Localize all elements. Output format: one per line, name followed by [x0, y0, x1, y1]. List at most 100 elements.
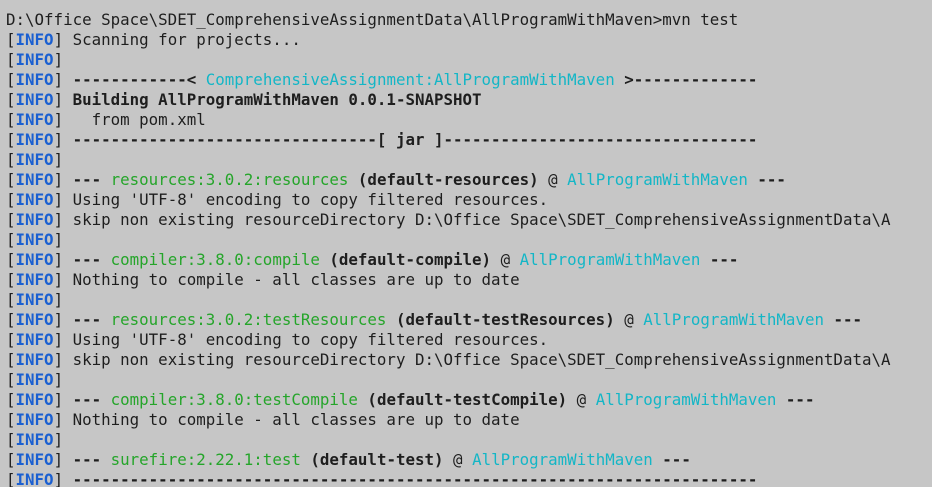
log-segment-cyan: AllProgramWithMaven — [567, 170, 748, 189]
log-segment-bold: --------------------------------[ jar ]-… — [63, 130, 758, 149]
log-line: [INFO] Building AllProgramWithMaven 0.0.… — [0, 90, 932, 110]
log-level-close-bracket: ] — [53, 190, 64, 209]
log-segment-green: surefire:2.22.1:test — [110, 450, 301, 469]
log-segment-green: resources:3.0.2:testResources — [110, 310, 387, 329]
log-line: [INFO] --- surefire:2.22.1:test (default… — [0, 450, 932, 470]
log-line: [INFO] Using 'UTF-8' encoding to copy fi… — [0, 330, 932, 350]
log-level-info: INFO — [15, 210, 54, 229]
log-level-close-bracket: ] — [53, 30, 64, 49]
log-level-open-bracket: [ — [6, 430, 16, 449]
log-segment-bold: --- — [63, 310, 111, 329]
log-segment-plain: Nothing to compile - all classes are up … — [63, 410, 520, 429]
log-segment-bold: --- — [776, 390, 815, 409]
log-level-info: INFO — [15, 450, 54, 469]
log-segment-bold: ------------< — [63, 70, 206, 89]
log-segment-cyan: AllProgramWithMaven — [595, 390, 777, 409]
log-level-close-bracket: ] — [53, 390, 64, 409]
log-line: [INFO] --- resources:3.0.2:testResources… — [0, 310, 932, 330]
log-level-close-bracket: ] — [53, 270, 64, 289]
log-level-close-bracket: ] — [53, 50, 64, 69]
log-segment-green: resources:3.0.2:resources — [110, 170, 349, 189]
log-segment-bold: (default-testResources) — [386, 310, 615, 329]
log-line: [INFO] --------------------------------[… — [0, 130, 932, 150]
log-line: [INFO] — [0, 370, 932, 390]
log-level-info: INFO — [15, 290, 54, 309]
log-line: [INFO] — [0, 430, 932, 450]
log-line: [INFO] Scanning for projects... — [0, 30, 932, 50]
log-level-open-bracket: [ — [6, 30, 16, 49]
log-level-open-bracket: [ — [6, 70, 16, 89]
log-segment-plain: @ — [567, 390, 596, 409]
log-segment-bold: (default-test) — [300, 450, 444, 469]
log-segment-green: compiler:3.8.0:testCompile — [110, 390, 358, 409]
command-prompt-line: D:\Office Space\SDET_ComprehensiveAssign… — [6, 10, 739, 29]
log-level-open-bracket: [ — [6, 110, 16, 129]
log-level-info: INFO — [15, 70, 54, 89]
log-level-close-bracket: ] — [53, 170, 64, 189]
log-level-open-bracket: [ — [6, 450, 16, 469]
log-level-close-bracket: ] — [53, 290, 64, 309]
log-line: [INFO] Nothing to compile - all classes … — [0, 270, 932, 290]
log-level-open-bracket: [ — [6, 90, 16, 109]
terminal-window[interactable]: D:\Office Space\SDET_ComprehensiveAssign… — [0, 0, 932, 487]
log-level-info: INFO — [15, 370, 54, 389]
log-level-open-bracket: [ — [6, 150, 16, 169]
log-level-open-bracket: [ — [6, 190, 16, 209]
log-level-info: INFO — [15, 390, 54, 409]
log-line: [INFO] — [0, 230, 932, 250]
log-line: [INFO] from pom.xml — [0, 110, 932, 130]
log-level-close-bracket: ] — [53, 470, 64, 487]
log-level-open-bracket: [ — [6, 470, 16, 487]
log-level-open-bracket: [ — [6, 230, 16, 249]
log-line: [INFO] — [0, 290, 932, 310]
log-level-close-bracket: ] — [53, 210, 64, 229]
log-level-close-bracket: ] — [53, 110, 64, 129]
log-line: [INFO] skip non existing resourceDirecto… — [0, 350, 932, 370]
log-segment-bold: --- — [700, 250, 739, 269]
log-segment-plain: Scanning for projects... — [63, 30, 301, 49]
log-segment-bold: --- — [747, 170, 786, 189]
log-level-info: INFO — [15, 330, 54, 349]
log-level-info: INFO — [15, 470, 54, 487]
log-line: [INFO] ------------< ComprehensiveAssign… — [0, 70, 932, 90]
log-segment-bold: (default-testCompile) — [357, 390, 568, 409]
log-segment-bold: --- — [823, 310, 863, 329]
log-level-close-bracket: ] — [53, 330, 64, 349]
log-level-info: INFO — [15, 130, 54, 149]
log-segment-bold: --- — [63, 450, 111, 469]
log-level-info: INFO — [15, 230, 54, 249]
log-level-open-bracket: [ — [6, 390, 16, 409]
log-level-close-bracket: ] — [53, 70, 64, 89]
log-level-open-bracket: [ — [6, 170, 16, 189]
log-segment-bold: --- — [63, 390, 111, 409]
log-segment-plain: @ — [443, 450, 473, 469]
log-level-close-bracket: ] — [53, 310, 64, 329]
log-level-close-bracket: ] — [53, 250, 64, 269]
log-line: [INFO] ---------------------------------… — [0, 470, 932, 487]
log-segment-bold: >------------- — [614, 70, 758, 89]
log-level-close-bracket: ] — [53, 230, 64, 249]
log-level-open-bracket: [ — [6, 270, 16, 289]
log-level-open-bracket: [ — [6, 350, 16, 369]
log-line: [INFO] — [0, 50, 932, 70]
log-segment-plain: @ — [614, 310, 644, 329]
log-level-open-bracket: [ — [6, 210, 16, 229]
log-level-close-bracket: ] — [53, 430, 64, 449]
log-level-info: INFO — [15, 110, 54, 129]
log-level-info: INFO — [15, 270, 54, 289]
log-line: [INFO] Using 'UTF-8' encoding to copy fi… — [0, 190, 932, 210]
log-level-info: INFO — [15, 310, 54, 329]
log-level-info: INFO — [15, 170, 54, 189]
log-line: [INFO] Nothing to compile - all classes … — [0, 410, 932, 430]
log-level-close-bracket: ] — [53, 130, 64, 149]
log-segment-plain: skip non existing resourceDirectory D:\O… — [63, 350, 891, 369]
log-level-close-bracket: ] — [53, 370, 64, 389]
log-segment-bold: Building AllProgramWithMaven 0.0.1-SNAPS… — [63, 90, 482, 109]
log-level-close-bracket: ] — [53, 150, 64, 169]
log-level-close-bracket: ] — [53, 450, 64, 469]
log-segment-bold: --- — [652, 450, 691, 469]
log-level-open-bracket: [ — [6, 50, 16, 69]
log-segment-green: compiler:3.8.0:compile — [110, 250, 320, 269]
log-segment-bold: (default-compile) — [319, 250, 492, 269]
log-level-info: INFO — [15, 350, 54, 369]
